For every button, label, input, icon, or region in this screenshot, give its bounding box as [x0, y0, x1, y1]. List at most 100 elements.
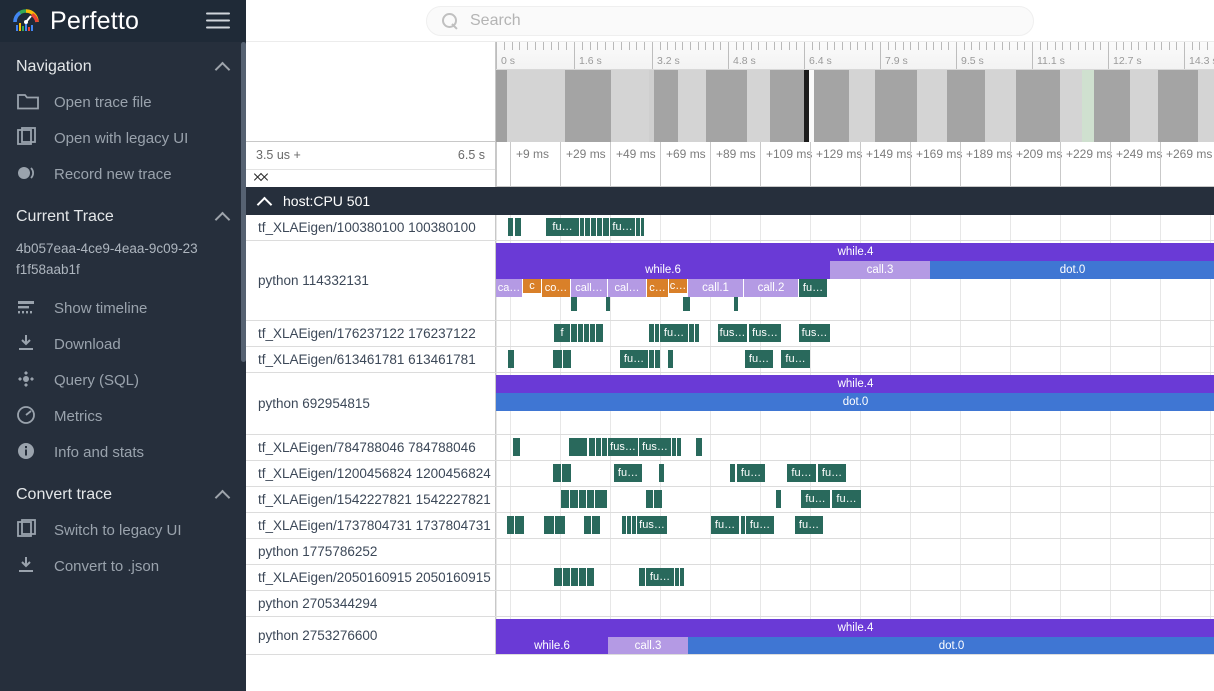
sidebar-item-open-trace-file[interactable]: Open trace file: [0, 84, 246, 120]
timeline-slice[interactable]: [584, 324, 589, 342]
timeline-slice[interactable]: [590, 324, 595, 342]
timeline-slice[interactable]: co…: [542, 279, 570, 297]
timeline-slice[interactable]: [668, 350, 673, 368]
timeline-slice[interactable]: [606, 297, 610, 311]
timeline-slice[interactable]: [544, 516, 554, 534]
sidebar-item-query-sql[interactable]: Query (SQL): [0, 362, 246, 398]
track-row[interactable]: tf_XLAEigen/2050160915 2050160915fu…: [246, 565, 1214, 591]
chevron-up-icon[interactable]: [258, 194, 273, 209]
timeline-slice[interactable]: [596, 438, 601, 456]
sidebar-item-convert-to-json[interactable]: Convert to .json: [0, 548, 246, 584]
timeline-slice[interactable]: fu…: [746, 516, 774, 534]
timeline-slice[interactable]: [683, 297, 690, 311]
timeline-slice[interactable]: fus…: [749, 324, 781, 342]
hamburger-menu-icon[interactable]: [206, 13, 230, 30]
timeline-slice[interactable]: call.3: [608, 637, 688, 654]
track-canvas[interactable]: while.4while.6call.3dot.0: [496, 617, 1214, 654]
timeline-slice[interactable]: call.2: [744, 279, 798, 297]
timeline-slice[interactable]: fu…: [546, 218, 579, 236]
timeline-slice[interactable]: fu…: [832, 490, 861, 508]
timeline-slice[interactable]: [555, 516, 565, 534]
timeline-slice[interactable]: [513, 438, 520, 456]
track-row[interactable]: tf_XLAEigen/100380100 100380100fu…fu…: [246, 215, 1214, 241]
track-row[interactable]: tf_XLAEigen/613461781 613461781fu…fu…fu…: [246, 347, 1214, 373]
track-row[interactable]: python 2753276600while.4while.6call.3dot…: [246, 617, 1214, 655]
timeline-slice[interactable]: ca…: [496, 279, 522, 297]
timeline-slice[interactable]: fu…: [610, 218, 635, 236]
timeline-slice[interactable]: [578, 324, 583, 342]
timeline-overview[interactable]: 0 s1.6 s3.2 s4.8 s6.4 s7.9 s9.5 s11.1 s1…: [496, 42, 1214, 142]
timeline-slice[interactable]: [597, 218, 602, 236]
track-canvas[interactable]: fu…fu…fu…fu…: [496, 461, 1214, 486]
timeline-slice[interactable]: [627, 516, 631, 534]
timeline-slice[interactable]: [563, 350, 571, 368]
timeline-slice[interactable]: [734, 297, 738, 311]
track-title[interactable]: tf_XLAEigen/1737804731 1737804731: [246, 513, 496, 538]
timeline-slice[interactable]: [649, 350, 654, 368]
track-title[interactable]: python 2705344294: [246, 591, 496, 616]
timeline-slice[interactable]: [632, 516, 636, 534]
track-title[interactable]: python 114332131: [246, 241, 496, 320]
sidebar-item-metrics[interactable]: Metrics: [0, 398, 246, 434]
timeline-slice[interactable]: [776, 490, 781, 508]
timeline-slice[interactable]: [580, 218, 584, 236]
track-title[interactable]: python 1775786252: [246, 539, 496, 564]
timeline-slice[interactable]: [515, 516, 524, 534]
chevron-up-icon[interactable]: [216, 210, 230, 224]
search-input[interactable]: [470, 12, 1019, 30]
timeline-slice[interactable]: [508, 350, 514, 368]
timeline-slice[interactable]: while.4: [496, 243, 1214, 261]
timeline-slice[interactable]: call.1: [688, 279, 743, 297]
sidebar-item-open-with-legacy-ui[interactable]: Open with legacy UI: [0, 120, 246, 156]
timeline-slice[interactable]: [585, 218, 590, 236]
track-group-header-host-cpu-501[interactable]: host:CPU 501: [246, 187, 1214, 215]
track-row[interactable]: python 692954815while.4dot.0: [246, 373, 1214, 435]
timeline-slice[interactable]: [639, 568, 645, 586]
timeline-slice[interactable]: [592, 516, 600, 534]
timeline-slice[interactable]: dot.0: [688, 637, 1214, 654]
timeline-slice[interactable]: [641, 218, 644, 236]
timeline-slice[interactable]: fus…: [637, 516, 667, 534]
timeline-slice[interactable]: fu…: [781, 350, 810, 368]
timeline-slice[interactable]: [589, 438, 595, 456]
timeline-slice[interactable]: [730, 464, 735, 482]
chevron-up-icon[interactable]: [216, 488, 230, 502]
timeline-slice[interactable]: while.6: [496, 637, 608, 654]
track-row[interactable]: tf_XLAEigen/784788046 784788046fus…fus…: [246, 435, 1214, 461]
timeline-slice[interactable]: [579, 490, 586, 508]
track-row[interactable]: tf_XLAEigen/1200456824 1200456824fu…fu…f…: [246, 461, 1214, 487]
sidebar-section-header-convert-trace[interactable]: Convert trace: [0, 470, 246, 512]
timeline-slice[interactable]: f: [554, 324, 570, 342]
timeline-slice[interactable]: [741, 516, 745, 534]
timeline-slice[interactable]: [649, 324, 654, 342]
timeline-slice[interactable]: [595, 490, 607, 508]
timeline-slice[interactable]: fu…: [620, 350, 648, 368]
timeline-slice[interactable]: [636, 218, 640, 236]
timeline-slice[interactable]: [655, 324, 659, 342]
timeline-slice[interactable]: fu…: [711, 516, 739, 534]
timeline-slice[interactable]: while.4: [496, 375, 1214, 393]
track-canvas[interactable]: fu… fu…: [496, 215, 1214, 240]
timeline-slice[interactable]: cal…: [608, 279, 646, 297]
timeline-slice[interactable]: [689, 324, 694, 342]
sidebar-item-download[interactable]: Download: [0, 326, 246, 362]
timeline-slice[interactable]: while.6: [496, 261, 830, 279]
timeline-slice[interactable]: [569, 438, 587, 456]
track-canvas[interactable]: fu…fu…: [496, 487, 1214, 512]
track-canvas[interactable]: fu…: [496, 565, 1214, 590]
track-title[interactable]: tf_XLAEigen/784788046 784788046: [246, 435, 496, 460]
sidebar-item-switch-to-legacy-ui[interactable]: Switch to legacy UI: [0, 512, 246, 548]
timeline-slice[interactable]: [677, 438, 681, 456]
timeline-slice[interactable]: [695, 324, 699, 342]
timeline-slice[interactable]: [571, 324, 577, 342]
track-canvas[interactable]: while.4while.6call.3dot.0ca…cco…call…cal…: [496, 241, 1214, 320]
timeline-slice[interactable]: [675, 568, 679, 586]
timeline-slice[interactable]: [596, 324, 603, 342]
track-row[interactable]: python 2705344294: [246, 591, 1214, 617]
overview-minimap[interactable]: [496, 70, 1214, 142]
timeline-slice[interactable]: [696, 438, 702, 456]
overview-ruler[interactable]: 0 s1.6 s3.2 s4.8 s6.4 s7.9 s9.5 s11.1 s1…: [496, 42, 1214, 70]
track-title[interactable]: tf_XLAEigen/613461781 613461781: [246, 347, 496, 372]
timeline-slice[interactable]: c: [523, 279, 541, 293]
timeline-slice[interactable]: fu…: [614, 464, 642, 482]
